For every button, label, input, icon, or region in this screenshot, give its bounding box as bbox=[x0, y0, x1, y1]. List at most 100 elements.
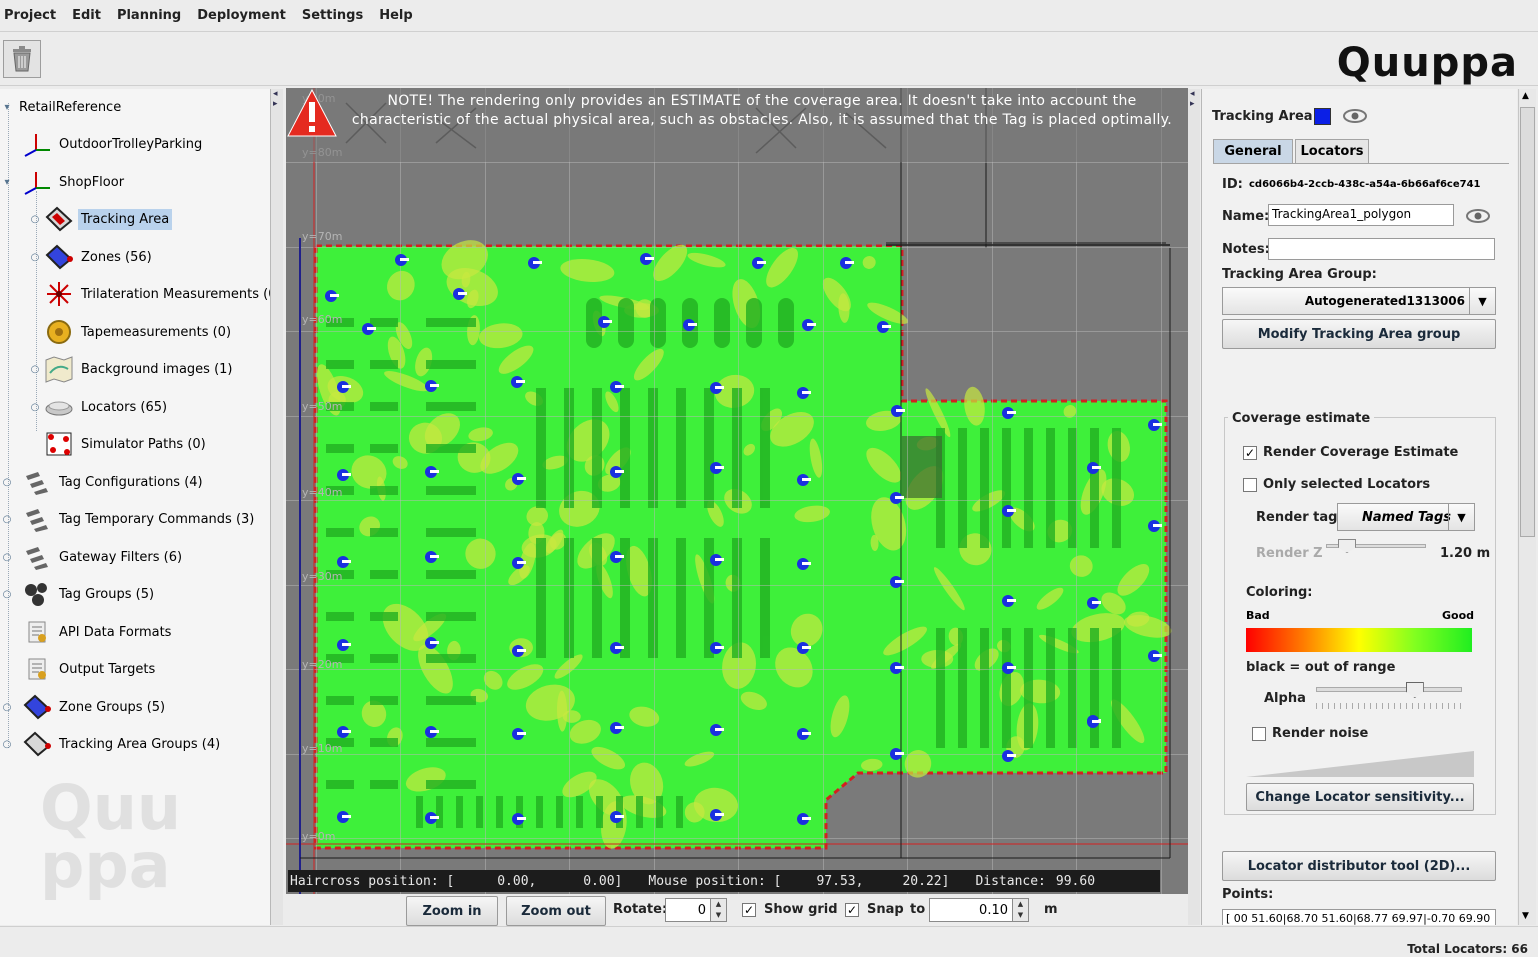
good-label: Good bbox=[1442, 609, 1475, 622]
snap-value-input[interactable]: 0.10 bbox=[929, 898, 1013, 922]
tree-item-label: ShopFloor bbox=[59, 174, 125, 190]
view-controls: Zoom in Zoom out Rotate: 0 ▲ ▼ ✓ Show gri… bbox=[286, 894, 1188, 926]
scrollbar-thumb[interactable] bbox=[1520, 107, 1535, 537]
tree-item-tracking-area-groups[interactable]: ○ Tracking Area Groups (4) bbox=[2, 729, 223, 759]
tree-item-tag-groups[interactable]: ○ Tag Groups (5) bbox=[2, 579, 157, 609]
tree-item-tracking-area[interactable]: ○ Tracking Area bbox=[30, 204, 173, 234]
tree-item-shopfloor[interactable]: ▾ ShopFloor bbox=[2, 167, 127, 197]
menu-edit[interactable]: Edit bbox=[70, 8, 109, 23]
render-noise-checkbox[interactable] bbox=[1252, 727, 1266, 741]
left-splitter[interactable]: ◂ ▸ bbox=[271, 89, 283, 925]
expand-toggle-icon[interactable]: ○ bbox=[2, 702, 12, 713]
expand-toggle-icon[interactable]: ○ bbox=[2, 477, 12, 488]
chevron-down-icon[interactable]: ▼ bbox=[1448, 504, 1474, 530]
tracking-area-group-icon bbox=[22, 729, 52, 759]
coloring-label: Coloring: bbox=[1246, 585, 1313, 600]
collapse-toggle-icon[interactable]: ▾ bbox=[2, 177, 12, 188]
tree-item-outdoortrolleyparking[interactable]: OutdoorTrolleyParking bbox=[22, 129, 205, 159]
render-tags-select[interactable]: Named Tags ▼ bbox=[1337, 503, 1475, 531]
scroll-up-icon[interactable]: ▲ bbox=[1522, 91, 1529, 101]
tag-config-icon bbox=[22, 467, 52, 497]
group-select[interactable]: Autogenerated1313006 ▼ bbox=[1222, 287, 1496, 315]
name-input[interactable]: TrackingArea1_polygon bbox=[1268, 204, 1454, 226]
menu-deployment[interactable]: Deployment bbox=[195, 8, 294, 23]
visibility-eye-icon[interactable] bbox=[1342, 108, 1368, 124]
render-estimate-checkbox[interactable]: ✓ bbox=[1243, 446, 1257, 460]
noise-ramp bbox=[1246, 751, 1474, 777]
tree-item-label: Gateway Filters (6) bbox=[59, 549, 183, 565]
tree-root[interactable]: ▾ RetailReference bbox=[2, 92, 124, 122]
visibility-eye-icon[interactable] bbox=[1465, 208, 1491, 224]
tab-locators[interactable]: Locators bbox=[1295, 139, 1369, 163]
zoom-out-button[interactable]: Zoom out bbox=[506, 896, 606, 926]
trilateration-icon bbox=[44, 279, 74, 309]
menu-help[interactable]: Help bbox=[377, 8, 420, 23]
axes-icon bbox=[22, 129, 52, 159]
floor-plan-view[interactable]: y=0my=80my=70my=60my=50my=40my=30my=20my… bbox=[286, 88, 1188, 894]
path-icon bbox=[44, 429, 74, 459]
tree-item-simulator-paths[interactable]: Simulator Paths (0) bbox=[44, 429, 209, 459]
expand-toggle-icon[interactable]: ○ bbox=[30, 402, 40, 413]
rotate-spinner[interactable]: ▲ ▼ bbox=[711, 898, 727, 922]
zoom-in-button[interactable]: Zoom in bbox=[406, 896, 498, 926]
expand-toggle-icon[interactable]: ○ bbox=[2, 514, 12, 525]
expand-toggle-icon[interactable]: ○ bbox=[2, 589, 12, 600]
tree-item-label: Tapemeasurements (0) bbox=[81, 324, 232, 340]
modify-group-button[interactable]: Modify Tracking Area group bbox=[1222, 319, 1496, 349]
change-sensitivity-button[interactable]: Change Locator sensitivity... bbox=[1246, 783, 1474, 811]
tree-item-locators[interactable]: ○ Locators (65) bbox=[30, 392, 170, 422]
expand-toggle-icon[interactable]: ○ bbox=[2, 552, 12, 563]
tree-item-zone-groups[interactable]: ○ Zone Groups (5) bbox=[2, 692, 168, 722]
tree-item-tapemeasurements[interactable]: Tapemeasurements (0) bbox=[44, 317, 234, 347]
tree-item-api-data-formats[interactable]: API Data Formats bbox=[22, 617, 174, 647]
axis-label: y=10m bbox=[302, 742, 342, 755]
show-grid-checkbox[interactable]: ✓ bbox=[742, 903, 756, 917]
tree-item-background-images[interactable]: ○ Background images (1) bbox=[30, 354, 236, 384]
tree-item-zones[interactable]: ○ Zones (56) bbox=[30, 242, 155, 272]
tree-item-label: Zone Groups (5) bbox=[59, 699, 166, 715]
tree-item-tag-configurations[interactable]: ○ Tag Configurations (4) bbox=[2, 467, 206, 497]
zone-group-icon bbox=[22, 692, 52, 722]
menu-settings[interactable]: Settings bbox=[300, 8, 371, 23]
expand-toggle-icon[interactable]: ○ bbox=[2, 739, 12, 750]
bad-label: Bad bbox=[1246, 609, 1270, 622]
haircross-y: 0.00] bbox=[583, 873, 623, 889]
only-selected-checkbox[interactable] bbox=[1243, 478, 1257, 492]
expand-toggle-icon[interactable]: ○ bbox=[30, 252, 40, 263]
warning-icon bbox=[287, 88, 337, 137]
rotate-input[interactable]: 0 bbox=[665, 898, 711, 922]
expand-toggle-icon[interactable]: ○ bbox=[30, 364, 40, 375]
render-z-slider[interactable] bbox=[1326, 539, 1426, 553]
status-bar: Total Locators: 66 bbox=[0, 926, 1538, 957]
snap-unit-label: m bbox=[1044, 902, 1058, 917]
notes-input[interactable] bbox=[1268, 238, 1495, 260]
scroll-down-icon[interactable]: ▼ bbox=[1522, 911, 1529, 921]
panel-scrollbar[interactable]: ▲ ▼ bbox=[1518, 89, 1536, 925]
snap-checkbox[interactable]: ✓ bbox=[845, 903, 859, 917]
coverage-map[interactable]: y=0my=80my=70my=60my=50my=40my=30my=20my… bbox=[286, 88, 1188, 894]
points-input[interactable]: [ 00 51.60|68.70 51.60|68.77 69.97|-0.70… bbox=[1222, 909, 1496, 925]
menu-bar: Project Edit Planning Deployment Setting… bbox=[0, 0, 1538, 32]
expand-toggle-icon[interactable]: ○ bbox=[30, 214, 40, 225]
tree-item-output-targets[interactable]: Output Targets bbox=[22, 654, 158, 684]
delete-button[interactable] bbox=[3, 40, 41, 78]
haircross-x: 0.00, bbox=[497, 873, 537, 889]
tree-item-gateway-filters[interactable]: ○ Gateway Filters (6) bbox=[2, 542, 185, 572]
tree-item-label: Output Targets bbox=[59, 661, 156, 677]
menu-project[interactable]: Project bbox=[2, 8, 64, 23]
alpha-slider[interactable] bbox=[1316, 682, 1462, 698]
snap-label: Snap bbox=[867, 902, 904, 917]
tab-general[interactable]: General bbox=[1213, 139, 1293, 163]
tree-item-tag-temporary-commands[interactable]: ○ Tag Temporary Commands (3) bbox=[2, 504, 257, 534]
area-color-swatch[interactable] bbox=[1314, 108, 1331, 125]
rotate-label: Rotate: bbox=[613, 902, 668, 917]
collapse-toggle-icon[interactable]: ▾ bbox=[2, 102, 12, 113]
tree-item-label: Zones (56) bbox=[81, 249, 152, 265]
tree-item-trilateration[interactable]: Trilateration Measurements (0) bbox=[44, 279, 270, 309]
snap-spinner[interactable]: ▲ ▼ bbox=[1013, 898, 1029, 922]
menu-planning[interactable]: Planning bbox=[115, 8, 189, 23]
watermark-logo: Quu ppa bbox=[40, 771, 181, 902]
right-splitter[interactable]: ◂ ▸ bbox=[1188, 89, 1200, 925]
locator-distributor-button[interactable]: Locator distributor tool (2D)... bbox=[1222, 851, 1496, 881]
chevron-down-icon[interactable]: ▼ bbox=[1469, 288, 1495, 314]
